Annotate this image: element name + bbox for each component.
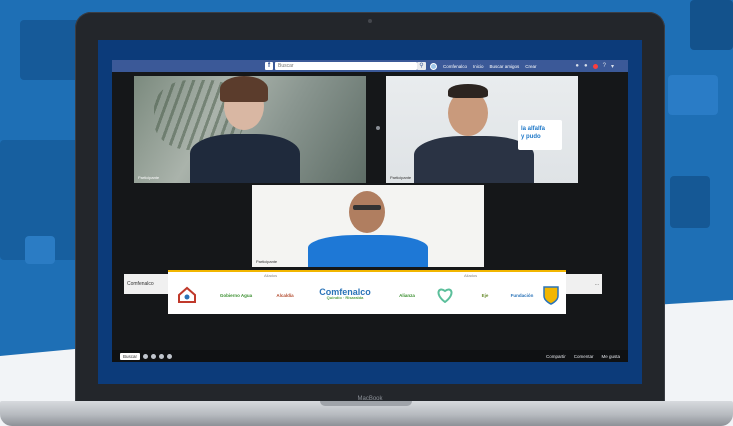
partner-name: Gobierno Agua: [219, 292, 253, 298]
shield-icon: [543, 286, 559, 305]
nav-profile[interactable]: Comfenalco: [443, 64, 467, 69]
partner-logo: Gobierno Agua: [218, 282, 254, 308]
facebook-logo-icon[interactable]: f: [265, 62, 273, 70]
comment-input[interactable]: Buscar: [120, 352, 141, 360]
partner-name: Eje: [481, 292, 489, 298]
sponsor-banner: Aliados Aliados Gobierno Agua Alcaldía C…: [168, 270, 566, 314]
partner-name: Alianza: [399, 292, 415, 298]
facebook-top-bar: f Buscar ⚲ Comfenalco Inicio Buscar amig…: [112, 60, 628, 72]
chevron-down-icon[interactable]: ▾: [611, 63, 614, 70]
partner-logo: Eje: [472, 282, 498, 308]
banner-label-left: Aliados: [264, 273, 278, 278]
bg-tile: [690, 0, 733, 50]
scroll-indicator: [376, 126, 380, 130]
partner-logo: [430, 282, 460, 308]
video-tile-1[interactable]: Participante: [134, 76, 366, 183]
bg-tile: [25, 236, 55, 264]
comment-button[interactable]: Comentar: [574, 354, 594, 359]
like-button[interactable]: Me gusta: [601, 354, 620, 359]
video-tile-3[interactable]: Participante: [252, 185, 484, 267]
sign-line-2: y pudo: [521, 134, 541, 140]
laptop-screen: f Buscar ⚲ Comfenalco Inicio Buscar amig…: [98, 40, 642, 384]
search-icon[interactable]: ⚲: [417, 62, 426, 70]
partner-name: Alcaldía: [276, 292, 294, 298]
partner-name: Fundación: [510, 292, 534, 298]
sign-card: la alfalfa y pudo: [518, 120, 562, 150]
nav-home[interactable]: Inicio: [473, 64, 484, 69]
banner-label-right: Aliados: [464, 273, 478, 278]
camera-icon: [368, 19, 372, 23]
gif-icon[interactable]: [159, 353, 165, 359]
participant-name: Participante: [138, 175, 160, 180]
bg-tile: [668, 75, 718, 115]
search-input[interactable]: Buscar: [275, 62, 417, 70]
participant-body: [308, 235, 428, 267]
participant-face: [349, 191, 385, 233]
messages-icon[interactable]: ●: [584, 63, 588, 69]
sticker-icon[interactable]: [167, 353, 173, 359]
center-logo: Comfenalco Quindío · Risaralda: [314, 280, 376, 310]
participant-hair: [448, 84, 488, 98]
participant-body: [414, 136, 534, 183]
glasses: [353, 205, 381, 210]
top-nav: Comfenalco Inicio Buscar amigos Crear: [430, 60, 537, 72]
avatar[interactable]: [430, 62, 437, 70]
bg-tile: [670, 176, 710, 228]
participant-name: Participante: [256, 259, 278, 264]
partner-logo: Fundación: [508, 282, 536, 308]
banner-right-chip: ...: [566, 274, 602, 294]
video-tile-2[interactable]: la alfalfa y pudo Participante: [386, 76, 578, 183]
house-icon: [178, 286, 196, 303]
nav-create[interactable]: Crear: [525, 64, 536, 69]
bottom-right-actions: Compartir Comentar Me gusta: [546, 350, 620, 362]
participant-hair: [220, 76, 268, 102]
partner-logo: [540, 282, 562, 308]
heart-icon: [437, 288, 453, 303]
laptop-notch: [320, 401, 412, 406]
participant-body: [190, 134, 300, 183]
bottom-left-controls: Buscar: [120, 352, 173, 360]
sign-line-1: la alfalfa: [521, 126, 546, 132]
partner-logo: [174, 282, 200, 308]
partner-logo: Alcaldía: [266, 282, 304, 308]
facebook-live-window: f Buscar ⚲ Comfenalco Inicio Buscar amig…: [112, 60, 628, 362]
share-button[interactable]: Compartir: [546, 354, 566, 359]
center-logo-sub: Quindío · Risaralda: [326, 295, 364, 300]
notifications-icon[interactable]: [592, 63, 598, 69]
participant-name: Participante: [390, 175, 412, 180]
banner-left-chip: Comfenalco: [124, 274, 168, 294]
nav-find-friends[interactable]: Buscar amigos: [490, 64, 520, 69]
top-icons: ● ● ? ▾: [575, 60, 614, 72]
help-icon[interactable]: ?: [603, 63, 606, 69]
camera-icon[interactable]: [151, 353, 157, 359]
emoji-icon[interactable]: [143, 353, 149, 359]
friends-icon[interactable]: ●: [575, 63, 579, 69]
bottom-bar: Buscar Compartir Comentar Me gusta: [112, 350, 628, 362]
partner-logo: Alianza: [394, 282, 420, 308]
